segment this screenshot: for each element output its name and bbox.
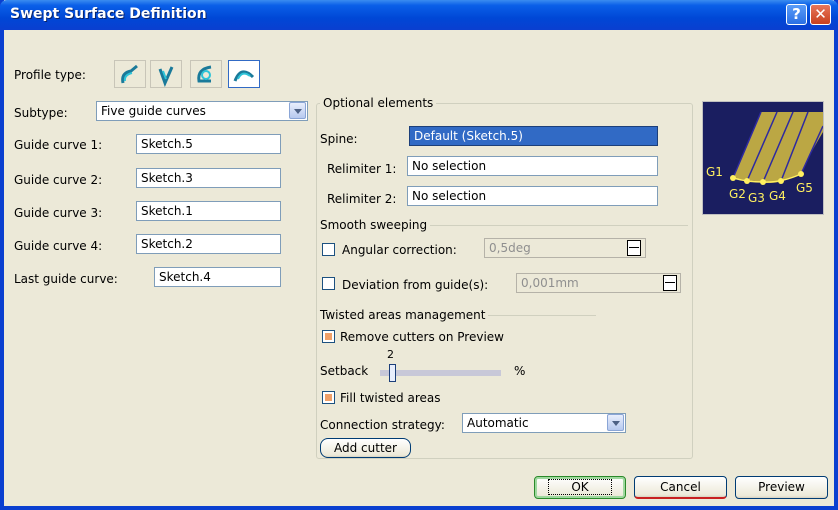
- conic-profile-icon: [233, 70, 255, 82]
- guide-label-g2: G2: [729, 187, 746, 201]
- spine-label: Spine:: [320, 132, 358, 146]
- guide-label-g4: G4: [769, 189, 786, 203]
- window-title: Swept Surface Definition: [10, 6, 207, 22]
- twisted-areas-title: Twisted areas management: [320, 308, 486, 322]
- fill-twisted-checkbox[interactable]: [322, 391, 335, 404]
- guide-curve-4-label: Guide curve 4:: [14, 239, 103, 253]
- subtype-label: Subtype:: [14, 106, 68, 120]
- explicit-profile-button[interactable]: [114, 60, 146, 88]
- explicit-profile-icon: [121, 64, 138, 84]
- angular-correction-spinner[interactable]: [627, 240, 641, 256]
- deviation-checkbox[interactable]: [322, 277, 335, 290]
- fill-twisted-label: Fill twisted areas: [340, 391, 441, 405]
- deviation-field[interactable]: 0,001mm: [516, 273, 681, 293]
- deviation-spinner[interactable]: [663, 275, 677, 291]
- guide-curve-3-field[interactable]: Sketch.1: [136, 201, 281, 221]
- relimiter-2-field[interactable]: No selection: [407, 186, 658, 206]
- smooth-sweeping-title: Smooth sweeping: [320, 218, 428, 232]
- setback-label: Setback: [320, 364, 369, 378]
- help-button[interactable]: ?: [786, 4, 807, 25]
- last-guide-curve-label: Last guide curve:: [14, 272, 118, 286]
- twisted-areas-divider: [488, 315, 596, 316]
- preview-button[interactable]: Preview: [735, 476, 828, 499]
- title-bar[interactable]: Swept Surface Definition ? ✕: [0, 0, 838, 30]
- deviation-label: Deviation from guide(s):: [342, 278, 489, 292]
- setback-slider-thumb[interactable]: [389, 364, 397, 382]
- guide-curve-3-label: Guide curve 3:: [14, 206, 103, 220]
- subtype-dropdown-button[interactable]: [289, 102, 306, 119]
- help-icon: ?: [792, 5, 801, 23]
- angular-correction-field[interactable]: 0,5deg: [484, 238, 646, 258]
- connection-strategy-label: Connection strategy:: [320, 418, 445, 432]
- remove-cutters-checkbox[interactable]: [322, 330, 335, 343]
- connection-strategy-select[interactable]: Automatic: [462, 413, 626, 433]
- relimiter-1-label: Relimiter 1:: [327, 162, 397, 176]
- guide-label-g3: G3: [748, 191, 765, 205]
- guide-curve-2-field[interactable]: Sketch.3: [136, 168, 281, 188]
- smooth-sweeping-divider: [430, 225, 688, 226]
- line-profile-button[interactable]: [150, 60, 182, 88]
- relimiter-2-label: Relimiter 2:: [327, 192, 397, 206]
- subtype-select[interactable]: Five guide curves: [96, 101, 308, 121]
- line-profile-icon: [158, 66, 174, 88]
- angular-correction-checkbox[interactable]: [322, 243, 335, 256]
- circle-profile-button[interactable]: [190, 60, 222, 88]
- ok-button[interactable]: OK: [534, 476, 626, 499]
- last-guide-curve-field[interactable]: Sketch.4: [154, 267, 281, 287]
- relimiter-1-field[interactable]: No selection: [407, 156, 658, 176]
- guide-label-g1: G1: [706, 165, 723, 179]
- setback-slider-track[interactable]: [380, 370, 501, 376]
- guide-curves-illustration: G1 G2 G3 G4 G5: [706, 111, 824, 205]
- setback-unit: %: [514, 364, 526, 378]
- add-cutter-button[interactable]: Add cutter: [320, 438, 411, 458]
- guide-curve-2-label: Guide curve 2:: [14, 173, 103, 187]
- guide-label-g5: G5: [796, 181, 813, 195]
- guide-curve-4-field[interactable]: Sketch.2: [136, 234, 281, 254]
- cancel-button[interactable]: Cancel: [634, 476, 727, 499]
- profile-type-label: Profile type:: [14, 68, 86, 82]
- remove-cutters-label: Remove cutters on Preview: [340, 330, 504, 344]
- connection-strategy-dropdown-button[interactable]: [607, 414, 624, 431]
- guide-curve-1-field[interactable]: Sketch.5: [136, 134, 281, 154]
- circle-profile-icon: [197, 65, 212, 83]
- ok-label: OK: [548, 479, 612, 495]
- angular-correction-label: Angular correction:: [342, 243, 457, 257]
- guide-curve-1-label: Guide curve 1:: [14, 138, 103, 152]
- close-button[interactable]: ✕: [810, 4, 831, 25]
- spine-field[interactable]: Default (Sketch.5): [409, 126, 658, 146]
- close-icon: ✕: [814, 5, 827, 23]
- guide-curves-preview-image: G1 G2 G3 G4 G5: [702, 101, 824, 215]
- conic-profile-button[interactable]: [228, 60, 260, 88]
- optional-elements-title: Optional elements: [320, 96, 437, 110]
- setback-value: 2: [387, 348, 394, 361]
